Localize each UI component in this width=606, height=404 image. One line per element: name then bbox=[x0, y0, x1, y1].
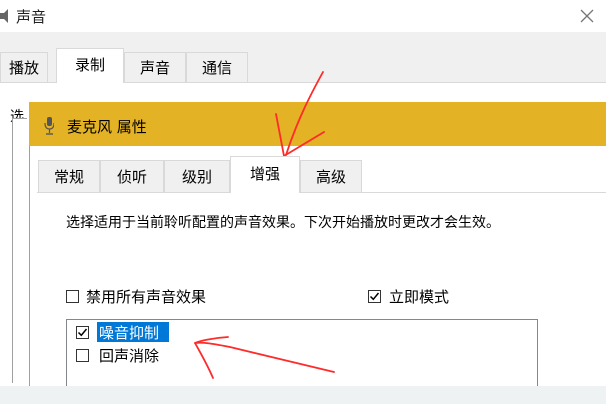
tab-playback[interactable]: 播放 bbox=[0, 52, 48, 82]
disable-all-effects-label[interactable]: 禁用所有声音效果 bbox=[86, 286, 206, 307]
tab-listen[interactable]: 侦听 bbox=[100, 160, 164, 192]
mic-properties-title: 麦克风 属性 bbox=[67, 118, 147, 136]
tab-advanced[interactable]: 高级 bbox=[300, 160, 362, 192]
noise-suppression-label[interactable]: 噪音抑制 bbox=[99, 322, 159, 343]
immediate-mode-checkbox[interactable] bbox=[368, 290, 381, 303]
enhancements-description: 选择适用于当前聆听配置的声音效果。下次开始播放时更改才会生效。 bbox=[66, 215, 500, 231]
tab-general[interactable]: 常规 bbox=[38, 160, 100, 192]
sound-titlebar bbox=[0, 0, 606, 32]
echo-cancellation-label[interactable]: 回声消除 bbox=[99, 345, 159, 366]
noise-suppression-checkbox[interactable] bbox=[76, 326, 89, 339]
checkmark-icon bbox=[369, 292, 380, 301]
tab-levels[interactable]: 级别 bbox=[164, 160, 230, 192]
tab-communications[interactable]: 通信 bbox=[186, 52, 248, 82]
recording-device-list[interactable] bbox=[12, 118, 27, 383]
echo-cancellation-checkbox[interactable] bbox=[76, 349, 89, 362]
screen-bottom-strip bbox=[0, 386, 606, 404]
sound-window-title: 声音 bbox=[16, 8, 47, 26]
immediate-mode-label[interactable]: 立即模式 bbox=[389, 286, 449, 307]
tab-sounds[interactable]: 声音 bbox=[124, 52, 186, 82]
tab-enhancements[interactable]: 增强 bbox=[230, 156, 300, 193]
close-icon[interactable] bbox=[575, 4, 599, 28]
disable-all-effects-checkbox[interactable] bbox=[66, 290, 79, 303]
microphone-icon bbox=[44, 117, 54, 135]
speaker-icon bbox=[0, 9, 8, 23]
tab-recording[interactable]: 录制 bbox=[56, 48, 124, 83]
checkmark-icon bbox=[77, 328, 88, 337]
